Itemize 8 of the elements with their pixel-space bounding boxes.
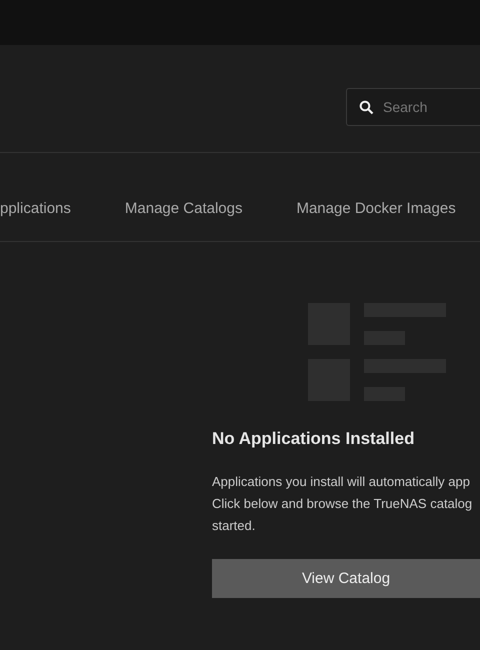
empty-state-description: Applications you install will automatically app Click below and browse the TrueNAS catalog started.	[212, 473, 474, 535]
search-field[interactable]: Search	[346, 88, 480, 126]
tab[interactable]: Manage Catalogs	[124, 176, 242, 218]
tab[interactable]: pplications	[0, 176, 71, 218]
empty-state-title: No Applications Installed	[212, 429, 416, 449]
search-icon	[359, 100, 374, 114]
view-catalog-button[interactable]: View Catalog	[212, 559, 480, 598]
tab[interactable]: Manage Docker Images	[296, 176, 456, 218]
